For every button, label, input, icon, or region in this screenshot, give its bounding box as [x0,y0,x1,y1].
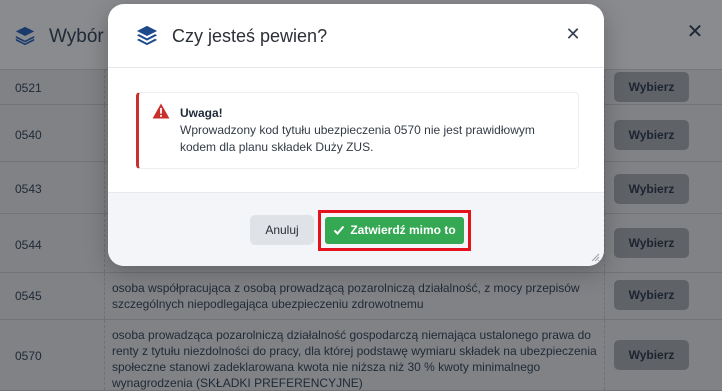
cancel-button[interactable]: Anuluj [250,215,314,245]
check-icon [334,225,345,235]
select-button[interactable]: Wybierz [614,340,689,370]
select-button[interactable]: Wybierz [614,228,689,258]
confirm-anyway-button[interactable]: Zatwierdź mimo to [325,217,464,244]
highlight-frame: Zatwierdź mimo to [318,210,471,251]
select-button[interactable]: Wybierz [614,72,689,102]
alert-message: Wprowadzony kod tytułu ubezpieczenia 057… [180,123,535,154]
warning-icon [152,103,170,119]
confirm-anyway-label: Zatwierdź mimo to [350,223,456,237]
code-cell: 0521 [15,81,42,95]
close-icon[interactable]: ✕ [564,24,582,44]
modal-footer: Anuluj Zatwierdź mimo to [108,192,604,266]
warning-alert: Uwaga! Wprowadzony kod tytułu ubezpiecze… [136,92,579,169]
confirmation-modal: Czy jesteś pewien? ✕ Uwaga! Wprowadzony … [108,4,604,266]
modal-title: Czy jesteś pewien? [172,26,328,46]
code-cell: 0544 [15,238,42,252]
description-cell: osoba współpracująca z osobą prowadzącą … [112,281,580,311]
alert-title: Uwaga! [180,106,223,120]
layers-icon [15,26,35,46]
layers-icon [136,25,158,46]
table-row: 0570 osoba prowadząca pozarolniczą dział… [0,320,722,391]
resize-handle-icon[interactable] [590,252,600,262]
code-cell: 0540 [15,128,42,142]
select-button[interactable]: Wybierz [614,174,689,204]
modal-header: Czy jesteś pewien? ✕ [108,4,604,68]
select-button[interactable]: Wybierz [614,280,689,310]
code-cell: 0570 [15,349,42,363]
close-icon[interactable]: ✕ [685,22,705,42]
code-cell: 0543 [15,182,42,196]
select-button[interactable]: Wybierz [614,120,689,150]
description-cell: osoba prowadząca pozarolniczą działalnoś… [112,328,597,390]
code-cell: 0545 [15,289,42,303]
table-row: 0545 osoba współpracująca z osobą prowad… [0,273,722,320]
